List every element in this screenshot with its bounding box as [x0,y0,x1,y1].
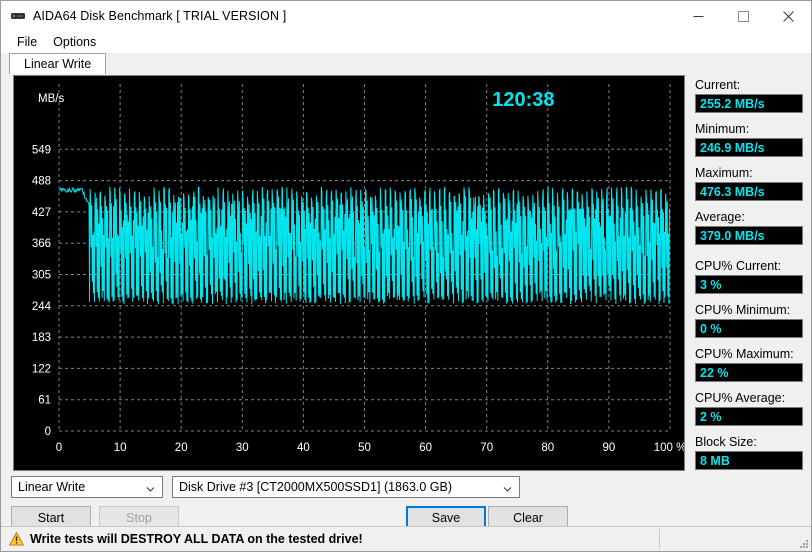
statistics-panel: Current: 255.2 MB/s Minimum: 246.9 MB/s … [695,78,803,479]
svg-text:60: 60 [419,442,432,454]
stat-value-cpu-minimum: 0 % [695,319,803,338]
benchmark-chart: MB/s 549 488 427 366 305 244 183 122 61 0 0 10 20 30 40… [13,75,685,471]
disk-drive-icon [10,8,26,24]
stat-cpu-average: CPU% Average: 2 % [695,391,803,426]
stat-value-cpu-maximum: 22 % [695,363,803,382]
close-icon[interactable] [766,1,811,31]
stat-value-block-size: 8 MB [695,451,803,470]
stat-label-cpu-minimum: CPU% Minimum: [695,303,791,317]
warning-status-bar: Write tests will DESTROY ALL DATA on the… [1,526,811,551]
svg-text:30: 30 [236,442,249,454]
window-buttons [676,1,811,31]
stat-label-cpu-average: CPU% Average: [695,391,786,405]
content-area: Linear Write MB/s 549 488 427 366 305 244 183 12… [1,53,811,551]
chevron-down-icon [503,483,512,492]
tab-linear-write[interactable]: Linear Write [9,53,107,74]
svg-text:90: 90 [603,442,616,454]
stat-value-average: 379.0 MB/s [695,226,803,245]
select-row: Linear Write Disk Drive #3 [CT2000MX500S… [1,473,685,498]
warning-message: Write tests will DESTROY ALL DATA on the… [30,532,363,546]
stat-label-current: Current: [695,78,741,92]
status-separator [659,529,660,549]
svg-text:MB/s: MB/s [38,93,64,105]
svg-text:100 %: 100 % [654,442,684,454]
button-row: Start Stop Save Clear [1,498,685,529]
stat-label-cpu-maximum: CPU% Maximum: [695,347,794,361]
svg-text:488: 488 [32,176,51,188]
menu-bar: File Options [1,31,811,53]
stat-label-cpu-current: CPU% Current: [695,259,782,273]
chart-canvas: MB/s 549 488 427 366 305 244 183 122 61 00 10 20 30 40… [32,84,684,454]
svg-text:80: 80 [541,442,554,454]
svg-text:50: 50 [358,442,371,454]
stat-label-block-size: Block Size: [695,435,757,449]
maximize-icon[interactable] [721,1,766,31]
svg-text:183: 183 [32,332,51,344]
stat-value-current: 255.2 MB/s [695,94,803,113]
menu-item-file[interactable]: File [9,33,45,51]
drive-select-value: Disk Drive #3 [CT2000MX500SSD1] (1863.0 … [179,480,453,494]
svg-text:244: 244 [32,301,52,313]
chevron-down-icon [146,483,155,492]
svg-text:0: 0 [56,442,62,454]
stat-average: Average: 379.0 MB/s [695,210,803,245]
stat-cpu-minimum: CPU% Minimum: 0 % [695,303,803,338]
svg-text:61: 61 [38,395,51,407]
window-title: AIDA64 Disk Benchmark [ TRIAL VERSION ] [33,9,287,23]
stat-value-cpu-current: 3 % [695,275,803,294]
test-type-value: Linear Write [18,480,86,494]
resize-grip[interactable] [797,537,809,549]
elapsed-time-readout: 120:38 [492,89,554,111]
svg-text:366: 366 [32,238,51,250]
menu-item-options[interactable]: Options [45,33,104,51]
svg-text:0: 0 [45,426,51,438]
svg-text:70: 70 [480,442,493,454]
minimize-icon[interactable] [676,1,721,31]
stat-current: Current: 255.2 MB/s [695,78,803,113]
stat-cpu-current: CPU% Current: 3 % [695,259,803,294]
main-row: MB/s 549 488 427 366 305 244 183 122 61 0 0 10 20 30 40… [1,75,811,551]
stat-maximum: Maximum: 476.3 MB/s [695,166,803,201]
svg-text:10: 10 [114,442,127,454]
aida64-disk-benchmark-window: AIDA64 Disk Benchmark [ TRIAL VERSION ] … [0,0,812,552]
stat-block-size: Block Size: 8 MB [695,435,803,470]
stat-label-minimum: Minimum: [695,122,750,136]
test-type-select[interactable]: Linear Write [11,476,163,498]
warning-triangle-icon [8,531,25,546]
controls-area: Linear Write Disk Drive #3 [CT2000MX500S… [1,473,685,529]
stat-value-cpu-average: 2 % [695,407,803,426]
stat-minimum: Minimum: 246.9 MB/s [695,122,803,157]
svg-text:20: 20 [175,442,188,454]
svg-text:122: 122 [32,363,51,375]
title-bar: AIDA64 Disk Benchmark [ TRIAL VERSION ] [1,1,811,31]
svg-text:549: 549 [32,144,51,156]
svg-text:305: 305 [32,270,51,282]
stat-cpu-maximum: CPU% Maximum: 22 % [695,347,803,382]
stat-value-minimum: 246.9 MB/s [695,138,803,157]
stat-label-maximum: Maximum: [695,166,753,180]
svg-text:427: 427 [32,207,51,219]
stat-value-maximum: 476.3 MB/s [695,182,803,201]
tab-strip: Linear Write [9,53,811,75]
svg-text:40: 40 [297,442,310,454]
stat-label-average: Average: [695,210,745,224]
drive-select[interactable]: Disk Drive #3 [CT2000MX500SSD1] (1863.0 … [172,476,520,498]
